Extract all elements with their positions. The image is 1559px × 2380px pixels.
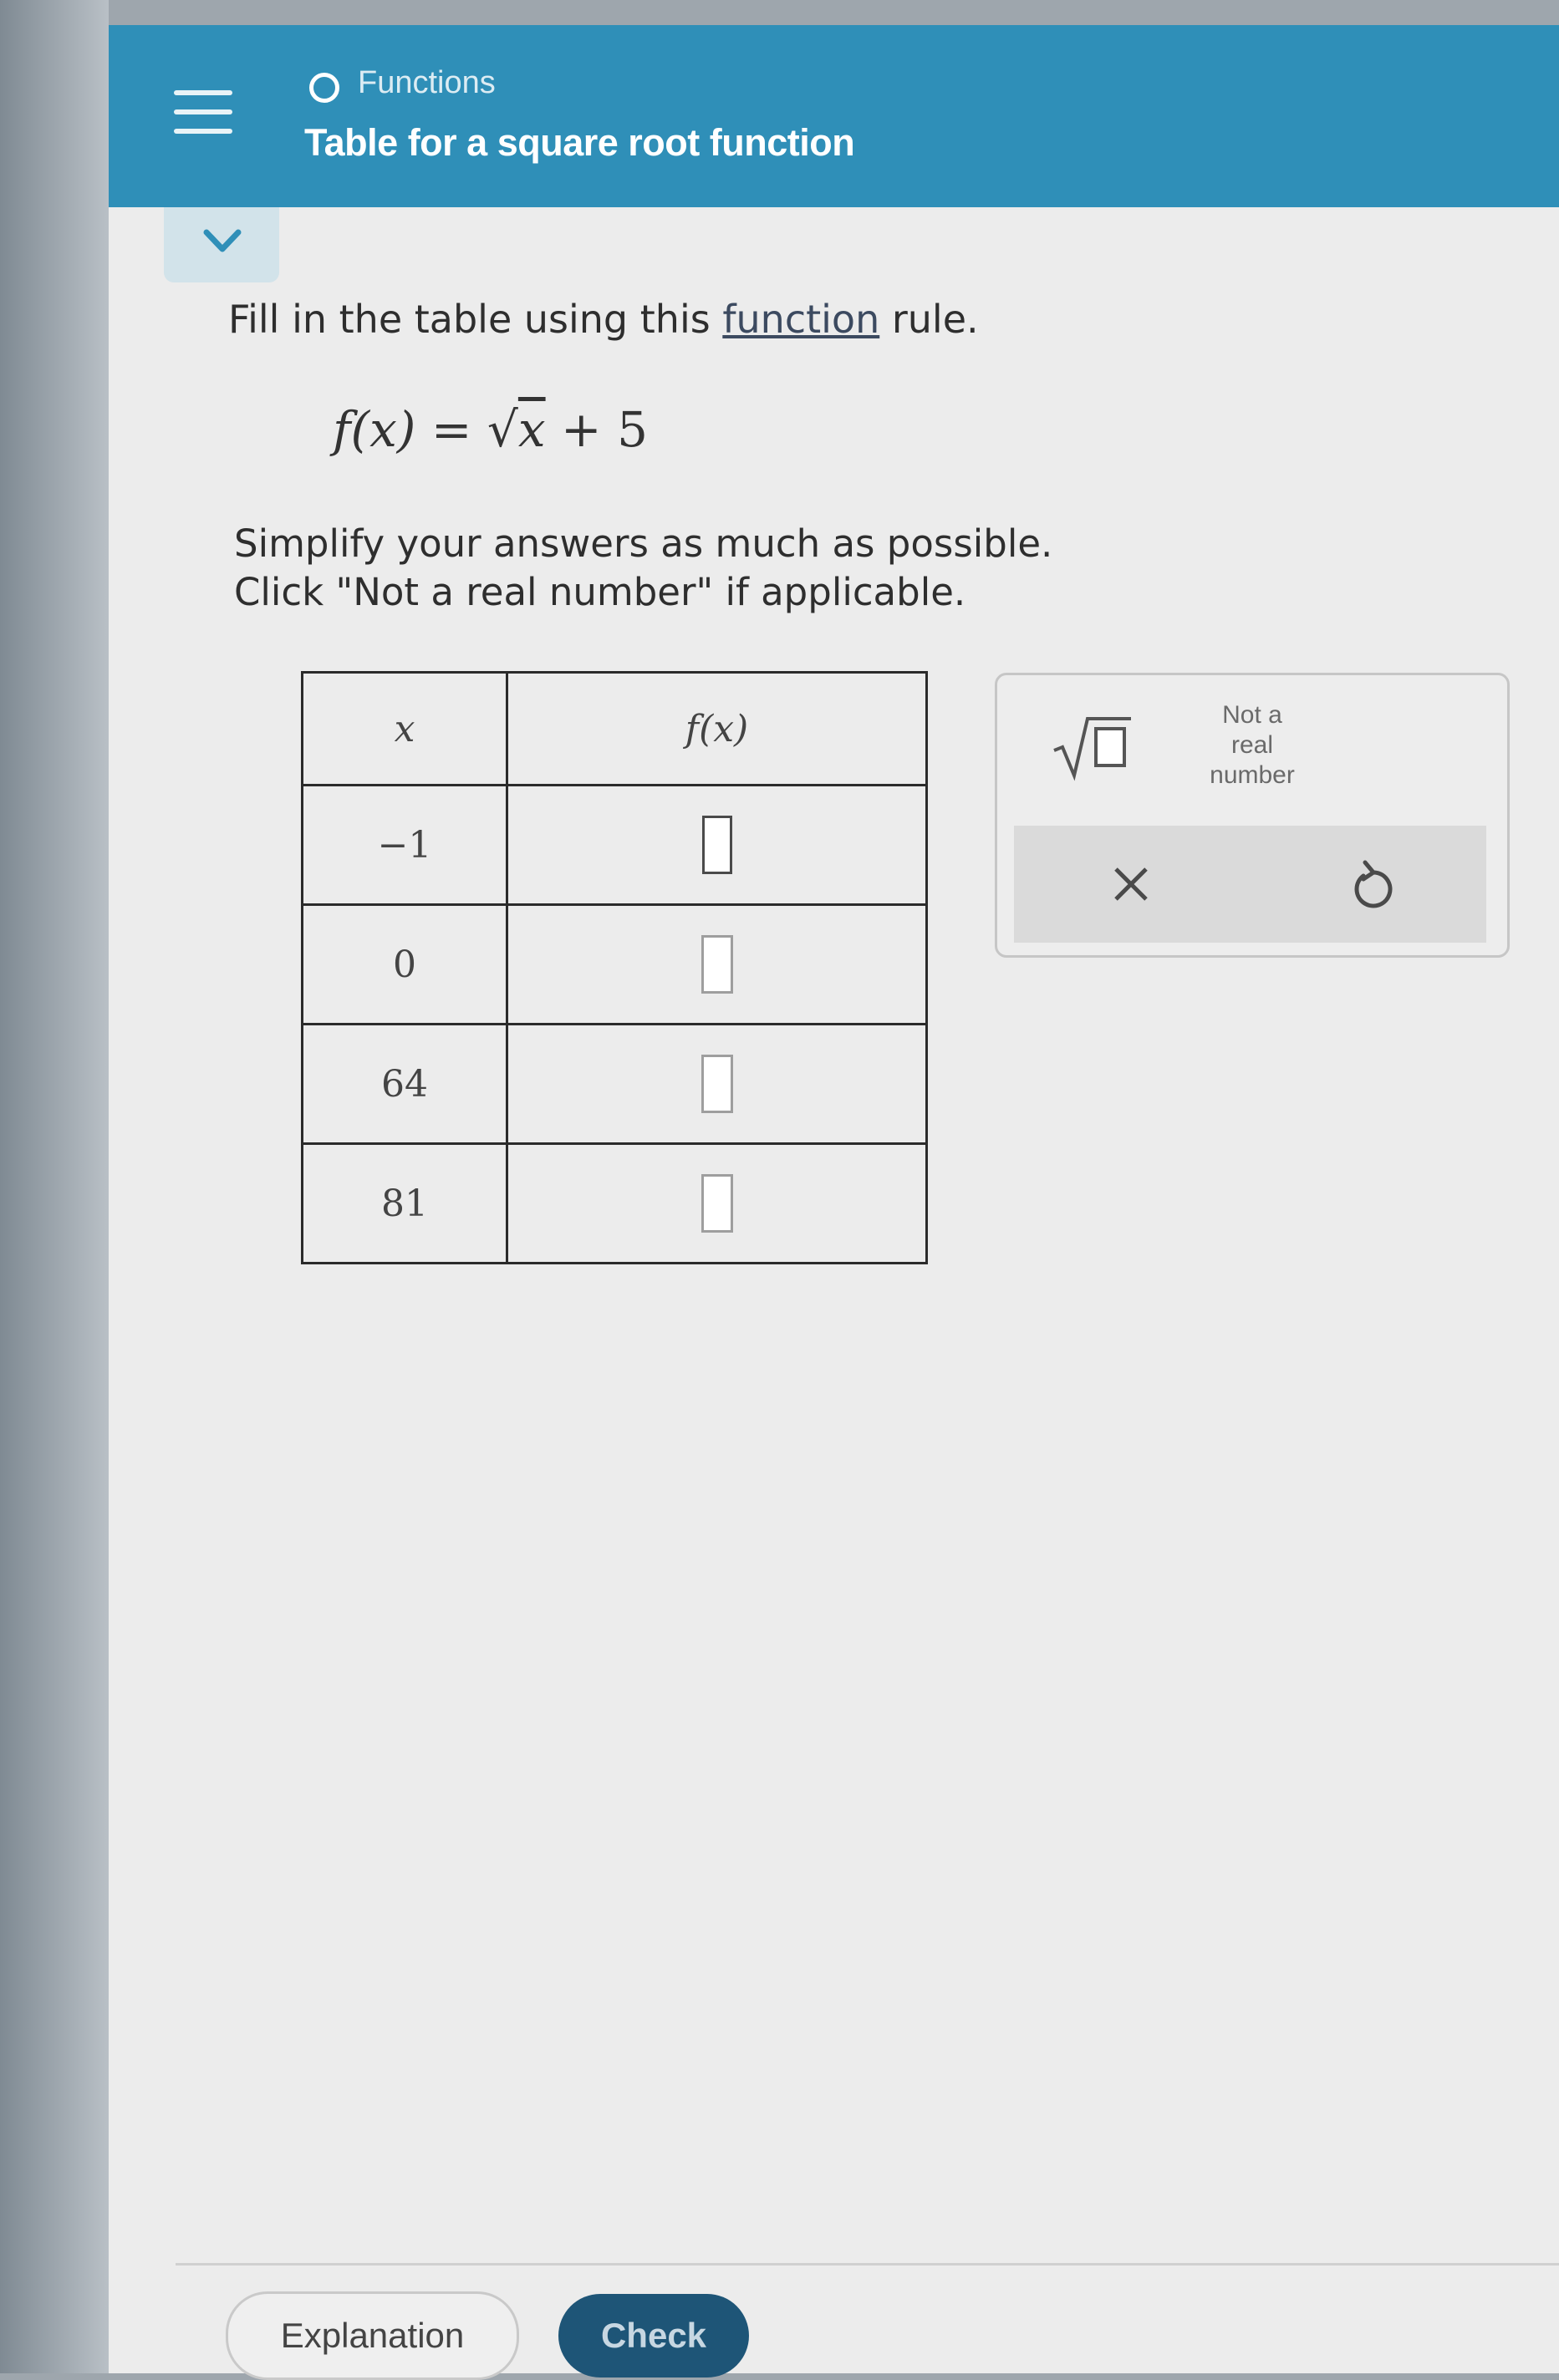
keypad-action-bar bbox=[1014, 826, 1486, 943]
menu-icon[interactable] bbox=[174, 90, 232, 140]
undo-button[interactable] bbox=[1348, 857, 1399, 914]
fx-cell bbox=[506, 903, 928, 1025]
directions-line-1: Simplify your answers as much as possibl… bbox=[234, 521, 1053, 566]
answer-input[interactable] bbox=[701, 816, 732, 874]
answer-input[interactable] bbox=[701, 935, 733, 994]
column-header-x: x bbox=[301, 671, 508, 786]
sqrt-button[interactable] bbox=[1047, 709, 1139, 784]
fx-cell bbox=[506, 784, 928, 906]
directions: Simplify your answers as much as possibl… bbox=[234, 520, 1052, 617]
topic-label: Functions bbox=[358, 65, 496, 100]
page-title: Table for a square root function bbox=[304, 121, 855, 164]
clear-button[interactable] bbox=[1106, 859, 1156, 913]
not-real-label-2: real bbox=[1230, 731, 1274, 759]
answer-keypad: Not a real number bbox=[995, 673, 1510, 958]
x-value: 81 bbox=[301, 1142, 508, 1264]
close-icon bbox=[1114, 867, 1148, 901]
instruction-suffix: rule. bbox=[879, 297, 979, 342]
page-header: Functions Table for a square root functi… bbox=[109, 25, 1559, 207]
collapse-button[interactable] bbox=[164, 207, 279, 282]
function-rule: f(x) = √x + 5 bbox=[333, 401, 648, 458]
instruction-text: Fill in the table using this function ru… bbox=[228, 297, 979, 342]
formula-radicand: x bbox=[517, 401, 546, 458]
table-header-row: x f(x) bbox=[301, 671, 928, 786]
sqrt-symbol: √ bbox=[487, 401, 518, 458]
function-link[interactable]: function bbox=[722, 297, 879, 342]
values-table: x f(x) −1 0 64 81 bbox=[301, 671, 928, 1264]
answer-input[interactable] bbox=[701, 1055, 733, 1113]
formula-left: f(x) = bbox=[333, 401, 487, 458]
formula-right: + 5 bbox=[545, 401, 648, 458]
fx-cell bbox=[506, 1023, 928, 1145]
screen-bezel bbox=[0, 0, 109, 2373]
answer-input[interactable] bbox=[701, 1174, 733, 1233]
undo-icon bbox=[1354, 860, 1393, 908]
app-window: Functions Table for a square root functi… bbox=[109, 25, 1559, 2380]
x-value: 0 bbox=[301, 903, 508, 1025]
check-button[interactable]: Check bbox=[558, 2294, 749, 2377]
instruction-prefix: Fill in the table using this bbox=[228, 297, 723, 342]
table-row: 81 bbox=[301, 1142, 928, 1264]
footer-divider bbox=[176, 2263, 1559, 2266]
x-value: −1 bbox=[301, 784, 508, 906]
table-row: 0 bbox=[301, 903, 928, 1025]
fx-cell bbox=[506, 1142, 928, 1264]
chevron-down-icon bbox=[203, 229, 242, 252]
not-real-label-3: number bbox=[1210, 761, 1295, 789]
not-a-real-number-button[interactable]: Not a real number bbox=[1190, 700, 1315, 791]
column-header-fx: f(x) bbox=[506, 671, 928, 786]
circle-icon bbox=[309, 73, 339, 103]
table-row: −1 bbox=[301, 784, 928, 906]
table-row: 64 bbox=[301, 1023, 928, 1145]
x-value: 64 bbox=[301, 1023, 508, 1145]
not-real-label-1: Not a bbox=[1222, 701, 1282, 729]
directions-line-2: Click "Not a real number" if applicable. bbox=[234, 570, 966, 614]
explanation-button[interactable]: Explanation bbox=[226, 2291, 519, 2380]
sqrt-template-icon bbox=[1053, 717, 1131, 781]
